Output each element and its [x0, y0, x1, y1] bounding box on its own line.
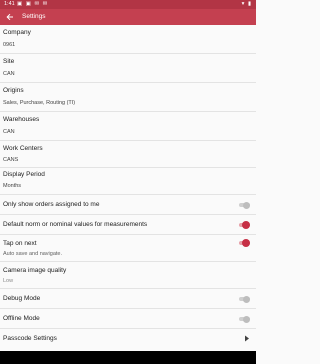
wifi-battery-icons: ▾ ▮ — [241, 1, 252, 7]
setting-label: Passcode Settings — [3, 335, 57, 342]
setting-value: CAN — [3, 129, 15, 135]
debug-mode-toggle[interactable] — [239, 295, 250, 303]
setting-label: Camera image quality — [3, 267, 67, 274]
notification-icons: ▣ ▣ ✉ ✉ — [17, 1, 49, 7]
app-bar: Settings — [0, 9, 256, 25]
setting-value: Sales, Purchase, Routing (TI) — [3, 100, 76, 106]
setting-warehouses[interactable]: Warehouses CAN — [0, 112, 256, 141]
setting-label: Only show orders assigned to me — [3, 201, 100, 208]
system-nav-bar — [0, 351, 256, 364]
setting-value: Months — [3, 183, 22, 189]
setting-display-period[interactable]: Display Period Months — [0, 168, 256, 195]
setting-site[interactable]: Site CAN — [0, 54, 256, 83]
setting-label: Default norm or nominal values for measu… — [3, 221, 148, 228]
setting-value: 0961 — [3, 42, 16, 48]
page-title: Settings — [22, 13, 46, 20]
setting-origins[interactable]: Origins Sales, Purchase, Routing (TI) — [0, 83, 256, 112]
setting-label: Debug Mode — [3, 295, 41, 302]
setting-label: Work Centers — [3, 145, 43, 152]
status-time: 1:41 — [4, 1, 15, 7]
setting-label: Offline Mode — [3, 315, 40, 322]
tap-on-next-toggle[interactable] — [239, 239, 250, 247]
setting-description: Auto save and navigate. — [3, 251, 63, 257]
setting-camera-quality[interactable]: Camera image quality Low — [0, 262, 256, 289]
setting-label: Origins — [3, 87, 24, 94]
setting-default-norm[interactable]: Default norm or nominal values for measu… — [0, 215, 256, 235]
only-my-orders-toggle[interactable] — [239, 201, 250, 209]
arrow-left-icon — [6, 13, 13, 21]
setting-offline-mode[interactable]: Offline Mode — [0, 309, 256, 329]
setting-label: Warehouses — [3, 116, 40, 123]
offline-mode-toggle[interactable] — [239, 315, 250, 323]
default-norm-toggle[interactable] — [239, 221, 250, 229]
setting-label: Tap on next — [3, 240, 37, 247]
setting-label: Display Period — [3, 171, 45, 178]
setting-label: Site — [3, 58, 15, 65]
setting-value: CAN — [3, 71, 15, 77]
setting-value: CANS — [3, 157, 19, 163]
chevron-right-icon — [245, 335, 249, 342]
setting-passcode[interactable]: Passcode Settings — [0, 329, 256, 349]
setting-company[interactable]: Company 0961 — [0, 25, 256, 54]
settings-list: Company 0961 Site CAN Origins Sales, Pur… — [0, 25, 256, 349]
setting-tap-on-next[interactable]: Tap on next Auto save and navigate. — [0, 235, 256, 262]
setting-value: Low — [3, 278, 14, 284]
setting-work-centers[interactable]: Work Centers CANS — [0, 141, 256, 168]
setting-only-my-orders[interactable]: Only show orders assigned to me — [0, 195, 256, 215]
setting-debug-mode[interactable]: Debug Mode — [0, 289, 256, 309]
back-button[interactable] — [3, 9, 17, 25]
setting-label: Company — [3, 29, 31, 36]
status-bar: 1:41 ▣ ▣ ✉ ✉ ▾ ▮ — [0, 0, 256, 9]
